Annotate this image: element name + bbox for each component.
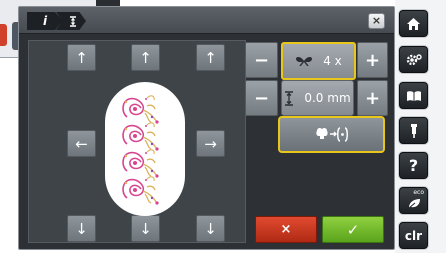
arrow-up-icon: ↑ [75,48,88,67]
right-sidebar: ? eco clr [395,0,446,253]
arrow-up-icon: ↑ [139,48,152,67]
clear-icon: clr [404,228,423,243]
eco-label: eco [413,189,424,196]
tab-strip: i [27,12,89,30]
repeat-count-field[interactable]: 4 x [281,42,356,80]
minus-icon: − [253,87,270,109]
arrow-left-icon: ← [75,134,88,153]
move-up-button[interactable]: ↑ [131,44,160,71]
move-down-button[interactable]: ↓ [131,215,160,242]
repeat-count-value: 4 x [323,54,342,68]
butterfly-icon [296,56,313,66]
move-up-left-button[interactable]: ↑ [67,44,96,71]
info-icon: i [42,14,48,28]
pattern-repeat-dialog: i × ↑ ↑ ↑ ← → ↓ ↓ ↓ − 4 x + − 0.0 mm + ×… [18,6,395,250]
embroidery-motif-image [122,95,160,206]
dialog-titlebar: i × [19,7,394,34]
move-to-center-button[interactable] [278,116,385,153]
eco-icon [408,199,420,209]
arrow-down-icon: ↓ [139,219,152,238]
cancel-button[interactable]: × [255,216,317,243]
move-left-button[interactable]: ← [67,130,96,157]
arrow-up-icon: ↑ [204,48,217,67]
move-right-button[interactable]: → [196,130,225,157]
arrow-down-icon: ↓ [204,219,217,238]
home-icon [407,17,420,30]
move-to-center-icon [316,127,348,142]
checkmark-icon: ✓ [346,220,360,239]
arrow-right-icon: → [204,134,217,153]
sidebar-item-help[interactable]: ? [399,152,428,179]
plus-icon: + [364,49,381,71]
sidebar-item-eco[interactable]: eco [399,187,428,214]
spacing-icon [285,90,294,106]
sidebar-item-settings[interactable] [399,46,428,73]
confirm-button[interactable]: ✓ [322,216,384,243]
close-button[interactable]: × [368,13,385,29]
background-red-button [0,24,7,46]
sidebar-item-stitch-settings[interactable] [399,117,428,144]
stitch-icon [69,15,76,27]
plus-icon: + [364,87,381,109]
sidebar-item-tutorial[interactable] [399,82,428,109]
spacing-decrease-button[interactable]: − [245,80,278,116]
arrow-down-icon: ↓ [75,219,88,238]
cancel-icon: × [280,222,292,237]
move-down-right-button[interactable]: ↓ [196,215,225,242]
repeat-increase-button[interactable]: + [357,42,388,78]
book-icon [406,90,421,101]
needle-icon [410,123,417,138]
repeat-decrease-button[interactable]: − [245,42,278,78]
spacing-increase-button[interactable]: + [357,80,388,116]
spacing-field[interactable]: 0.0 mm [281,80,354,116]
move-down-left-button[interactable]: ↓ [67,215,96,242]
spacing-value: 0.0 mm [304,91,351,105]
help-icon: ? [408,156,419,175]
tab-info[interactable]: i [27,12,63,30]
move-up-right-button[interactable]: ↑ [196,44,225,71]
minus-icon: − [253,49,270,71]
settings-icon [406,53,422,65]
sidebar-item-clear[interactable]: clr [399,222,428,249]
sidebar-item-home[interactable] [399,10,428,37]
hoop-preview [105,82,185,216]
